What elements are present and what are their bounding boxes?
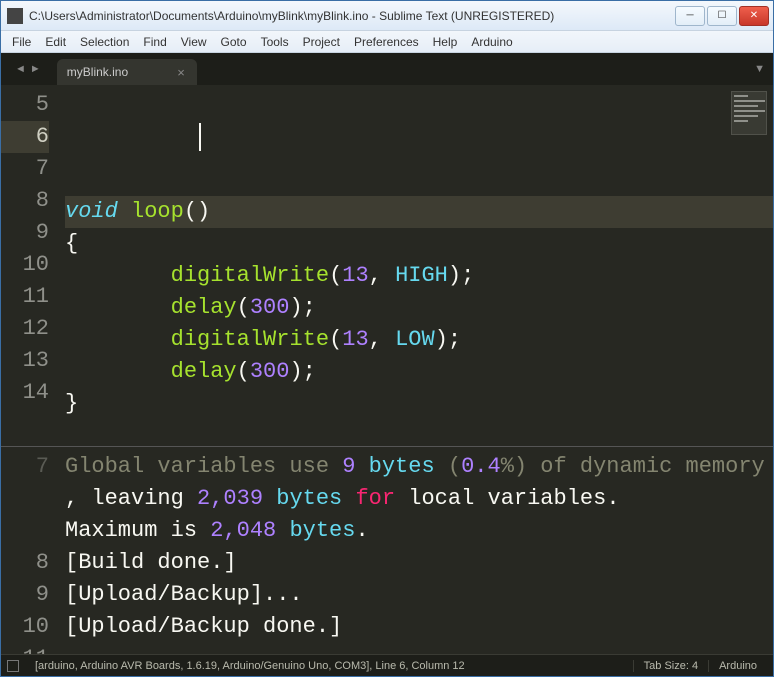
- tabbar: ◄ ► myBlink.ino × ▼: [1, 53, 773, 85]
- code-line[interactable]: Maximum is 2,048 bytes.: [65, 515, 773, 547]
- app-icon: [7, 8, 23, 24]
- menubar: FileEditSelectionFindViewGotoToolsProjec…: [1, 31, 773, 53]
- line-number: 5: [1, 89, 49, 121]
- line-number: [1, 515, 49, 547]
- code-line[interactable]: }: [65, 388, 773, 420]
- menu-find[interactable]: Find: [136, 31, 173, 52]
- gutter-bottom: 7 891011: [1, 447, 57, 654]
- window-buttons: ─ ☐ ✕: [675, 6, 769, 26]
- code-pane-bottom[interactable]: 7 891011 Global variables use 9 bytes (0.…: [1, 447, 773, 654]
- menu-preferences[interactable]: Preferences: [347, 31, 426, 52]
- editor-shell: ◄ ► myBlink.ino × ▼ 567891011121314 void…: [1, 53, 773, 654]
- line-number: 10: [1, 249, 49, 281]
- line-number: 9: [1, 217, 49, 249]
- code-line[interactable]: digitalWrite(13, HIGH);: [65, 260, 773, 292]
- code-line[interactable]: [Upload/Backup]...: [65, 579, 773, 611]
- titlebar: C:\Users\Administrator\Documents\Arduino…: [1, 1, 773, 31]
- tab-prev-icon[interactable]: ◄: [15, 63, 26, 75]
- tab-next-icon[interactable]: ►: [30, 63, 41, 75]
- close-button[interactable]: ✕: [739, 6, 769, 26]
- statusbar-icon: [7, 660, 19, 672]
- code-line[interactable]: [Upload/Backup done.]: [65, 611, 773, 643]
- code-line[interactable]: {: [65, 228, 773, 260]
- tab-overflow-icon[interactable]: ▼: [746, 53, 773, 85]
- code-line[interactable]: [65, 164, 773, 196]
- menu-project[interactable]: Project: [296, 31, 347, 52]
- gutter-top: 567891011121314: [1, 85, 57, 446]
- menu-help[interactable]: Help: [426, 31, 465, 52]
- code-pane-top[interactable]: 567891011121314 void loop(){ digitalWrit…: [1, 85, 773, 447]
- menu-view[interactable]: View: [174, 31, 214, 52]
- tab-myblink[interactable]: myBlink.ino ×: [57, 59, 197, 85]
- line-number: [1, 483, 49, 515]
- code-line[interactable]: [Build done.]: [65, 547, 773, 579]
- code-line[interactable]: , leaving 2,039 bytes for local variable…: [65, 483, 773, 515]
- status-left[interactable]: [arduino, Arduino AVR Boards, 1.6.19, Ar…: [25, 660, 475, 672]
- line-number: 12: [1, 313, 49, 345]
- code-line[interactable]: delay(300);: [65, 292, 773, 324]
- minimize-button[interactable]: ─: [675, 6, 705, 26]
- line-number: 13: [1, 345, 49, 377]
- code-line[interactable]: delay(300);: [65, 356, 773, 388]
- line-number: 11: [1, 643, 49, 654]
- tab-nav: ◄ ►: [7, 53, 49, 85]
- minimap[interactable]: [731, 91, 767, 135]
- line-number: 9: [1, 579, 49, 611]
- line-number: 8: [1, 547, 49, 579]
- line-number: 7: [1, 153, 49, 185]
- code-line[interactable]: [65, 643, 773, 654]
- cursor-caret: [199, 123, 201, 151]
- line-number: 8: [1, 185, 49, 217]
- menu-tools[interactable]: Tools: [254, 31, 296, 52]
- code-top[interactable]: void loop(){ digitalWrite(13, HIGH); del…: [57, 85, 773, 446]
- line-number: 11: [1, 281, 49, 313]
- maximize-button[interactable]: ☐: [707, 6, 737, 26]
- menu-edit[interactable]: Edit: [38, 31, 73, 52]
- code-line[interactable]: [65, 420, 773, 447]
- menu-goto[interactable]: Goto: [214, 31, 254, 52]
- tab-close-icon[interactable]: ×: [175, 65, 187, 80]
- line-number: 14: [1, 377, 49, 409]
- status-tabsize[interactable]: Tab Size: 4: [633, 660, 708, 672]
- statusbar: [arduino, Arduino AVR Boards, 1.6.19, Ar…: [1, 654, 773, 676]
- code-bottom[interactable]: Global variables use 9 bytes (0.4%) of d…: [57, 447, 773, 654]
- menu-selection[interactable]: Selection: [73, 31, 136, 52]
- code-line[interactable]: void loop(): [65, 196, 773, 228]
- line-number: 7: [1, 451, 49, 483]
- code-line[interactable]: Global variables use 9 bytes (0.4%) of d…: [65, 451, 773, 483]
- status-lang[interactable]: Arduino: [708, 660, 767, 672]
- menu-arduino[interactable]: Arduino: [464, 31, 519, 52]
- line-number: 10: [1, 611, 49, 643]
- panes: 567891011121314 void loop(){ digitalWrit…: [1, 85, 773, 654]
- tab-label: myBlink.ino: [67, 65, 128, 79]
- window-title: C:\Users\Administrator\Documents\Arduino…: [29, 9, 675, 23]
- menu-file[interactable]: File: [5, 31, 38, 52]
- code-line[interactable]: digitalWrite(13, LOW);: [65, 324, 773, 356]
- line-number: 6: [1, 121, 49, 153]
